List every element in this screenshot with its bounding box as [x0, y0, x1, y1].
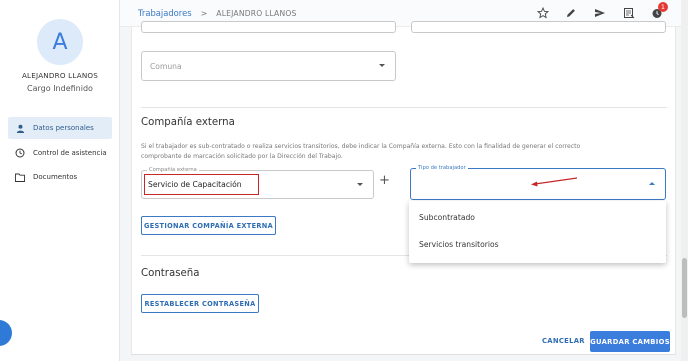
help-text-line: comprobante de marcación solicitado por … — [141, 152, 343, 160]
sidebar: A ALEJANDRO LLANOS Cargo Indefinido Dato… — [0, 0, 120, 361]
avatar: A — [37, 19, 83, 65]
company-select-value: Servicio de Capacitación — [148, 180, 242, 189]
dropdown-option-servicios-transitorios[interactable]: Servicios transitorios — [419, 240, 499, 249]
clipped-field-left[interactable] — [141, 21, 396, 33]
breadcrumb: Trabajadores > ALEJANDRO LLANOS — [138, 8, 297, 18]
user-role: Cargo Indefinido — [27, 84, 93, 93]
sidebar-item-label: Control de asistencia — [33, 149, 107, 157]
breadcrumb-link-trabajadores[interactable]: Trabajadores — [138, 8, 192, 18]
export-icon[interactable] — [622, 6, 636, 20]
manage-company-button[interactable]: GESTIONAR COMPAÑÍA EXTERNA — [141, 216, 276, 235]
user-name: ALEJANDRO LLANOS — [21, 71, 99, 80]
worker-type-label: Tipo de trabajador — [416, 165, 468, 171]
employee-form-card: Comuna Compañía externa Si el trabajador… — [131, 21, 676, 355]
edit-icon[interactable] — [564, 6, 578, 20]
folder-icon — [15, 172, 25, 182]
chat-fab-button[interactable] — [0, 320, 12, 346]
scrollbar[interactable] — [681, 0, 688, 361]
clock-icon — [15, 148, 25, 158]
chevron-up-icon — [649, 182, 655, 185]
star-icon[interactable] — [536, 6, 550, 20]
notification-badge: 1 — [658, 2, 668, 12]
sidebar-item-datos-personales[interactable]: Datos personales — [8, 117, 112, 139]
password-section-title: Contraseña — [141, 268, 200, 279]
send-icon[interactable] — [593, 6, 607, 20]
sidebar-item-label: Documentos — [33, 173, 78, 181]
help-text-line: Si el trabajador es sub-contratado o rea… — [141, 143, 581, 150]
comuna-placeholder: Comuna — [150, 61, 182, 71]
chevron-down-icon — [357, 182, 363, 186]
red-arrow-annotation — [531, 177, 578, 187]
person-icon — [15, 123, 25, 133]
scrollbar-thumb[interactable] — [682, 258, 687, 318]
company-help-text: Si el trabajador es sub-contratado o rea… — [141, 142, 580, 161]
dropdown-option-subcontratado[interactable]: Subcontratado — [419, 213, 475, 222]
worker-type-select[interactable]: Tipo de trabajador — [410, 165, 666, 200]
sidebar-item-label: Datos personales — [33, 124, 94, 132]
comuna-select[interactable]: Comuna — [141, 51, 396, 81]
sidebar-item-control-asistencia[interactable]: Control de asistencia — [8, 142, 112, 164]
save-button[interactable]: GUARDAR CAMBIOS — [590, 331, 670, 352]
sidebar-item-documentos[interactable]: Documentos — [8, 166, 112, 188]
add-company-icon[interactable]: + — [379, 173, 390, 188]
reset-password-button[interactable]: RESTABLECER CONTRASEÑA — [141, 294, 259, 313]
breadcrumb-current: ALEJANDRO LLANOS — [216, 8, 297, 18]
section-divider — [141, 107, 667, 108]
company-select[interactable]: Compañía externa Servicio de Capacitació… — [141, 167, 374, 199]
notification-icon[interactable]: 1 — [650, 2, 668, 20]
clipped-field-right[interactable] — [411, 21, 666, 33]
chevron-down-icon — [379, 64, 385, 67]
worker-type-dropdown: Subcontratado Servicios transitorios — [409, 201, 666, 263]
breadcrumb-separator: > — [200, 8, 208, 18]
cancel-button[interactable]: CANCELAR — [542, 337, 585, 345]
company-section-title: Compañía externa — [141, 117, 235, 128]
